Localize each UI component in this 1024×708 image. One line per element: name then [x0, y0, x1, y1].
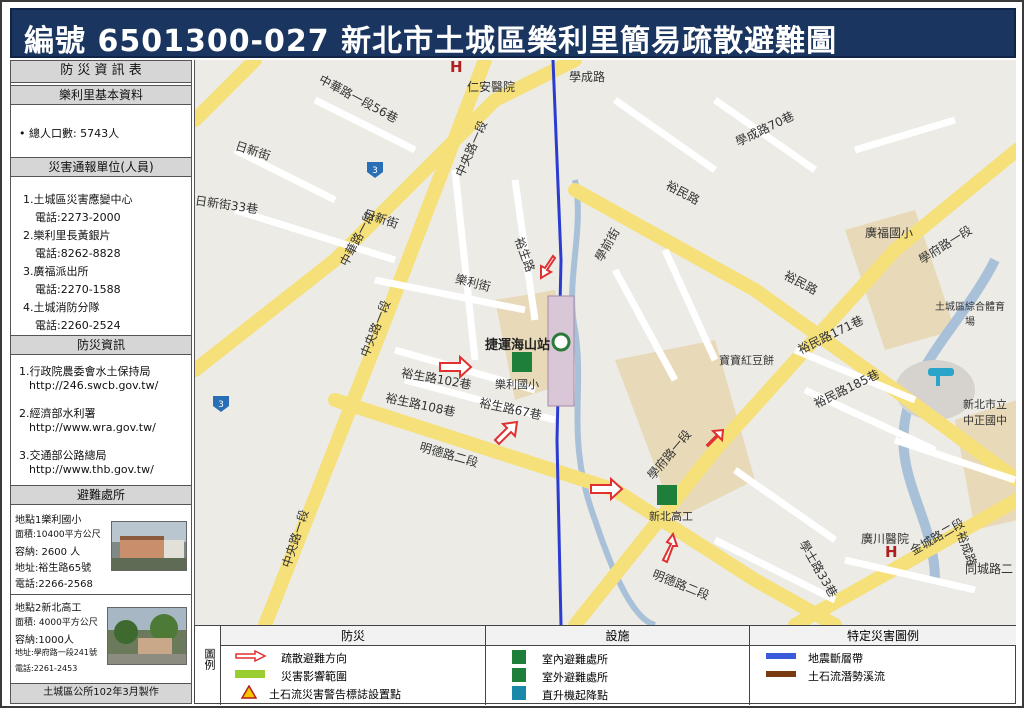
impact-swatch: [235, 670, 265, 678]
map-label: 學成路: [569, 70, 606, 84]
legend-item: 室外避難處所: [542, 671, 608, 684]
shelter-line: 地點2新北高工: [15, 603, 82, 614]
legend-item: 疏散避難方向: [281, 652, 347, 665]
legend-col-header: 特定災害圖例: [750, 626, 1016, 646]
legend-col-disaster: 防災 疏散避難方向 災害影響範圍 土石流災害警告標誌設置點: [221, 626, 486, 705]
legend-item: 災害影響範圍: [281, 670, 347, 683]
info-name: 1.行政院農委會水土保持局: [19, 365, 151, 378]
map-label: 仁安醫院: [467, 80, 516, 94]
population: • 總人口數: 5743人: [19, 127, 120, 140]
notify-phone: 電話:8262-8828: [35, 247, 121, 260]
legend-label: 圖例: [203, 648, 216, 670]
notify-phone: 電話:2273-2000: [35, 211, 121, 224]
school-label: 樂利國小: [495, 378, 539, 391]
shelter-line: 面積: 4000平方公尺: [15, 618, 98, 628]
map-frame: 編號 6501300-027 新北市土城區樂利里簡易疏散避難圖 防 災 資 訊 …: [0, 0, 1024, 708]
sidebar-main-header: 防 災 資 訊 表: [11, 61, 191, 83]
notify-header: 災害通報單位(人員): [11, 157, 191, 177]
map-area[interactable]: H H 3 3 仁安醫院 學成路 裕民路 裕民路 學府路一段 學府路一段 日新街…: [194, 60, 1016, 625]
sidebar-footer: 土城區公所102年3月製作: [11, 683, 191, 703]
school-label: 新北市立中正國中: [963, 398, 1007, 427]
shelter-line: 地點1樂利國小: [15, 515, 82, 526]
school-label: 廣福國小: [865, 226, 914, 240]
map-label: 廣川醫院: [861, 532, 910, 546]
legend-item: 土石流潛勢溪流: [808, 670, 885, 683]
legend-item: 地震斷層帶: [808, 652, 863, 665]
notify-name: 1.土城區災害應變中心: [23, 193, 133, 206]
info-name: 2.經濟部水利署: [19, 407, 96, 420]
shelter-line: 容納:1000人: [15, 635, 74, 646]
shelter-photo: [107, 607, 187, 665]
shelter-photo: [111, 521, 187, 571]
route-shield: 3: [218, 400, 224, 410]
info-url[interactable]: http://www.thb.gov.tw/: [29, 463, 154, 476]
page-title: 編號 6501300-027 新北市土城區樂利里簡易疏散避難圖: [24, 24, 838, 59]
notify-name: 2.樂利里長黃銀片: [23, 229, 111, 242]
legend-col-header: 設施: [486, 626, 749, 646]
fault-swatch: [766, 653, 796, 659]
legend-col-header: 防災: [221, 626, 485, 646]
info-url[interactable]: http://246.swcb.gov.tw/: [29, 379, 158, 392]
shelter-line: 電話:2261-2453: [15, 664, 78, 673]
title-bar: 編號 6501300-027 新北市土城區樂利里簡易疏散避難圖: [10, 8, 1016, 59]
shelter-card: 地點2新北高工 面積: 4000平方公尺 容納:1000人 地址:學府路一段24…: [11, 595, 191, 683]
indoor-shelter-icon: [512, 650, 526, 664]
notify-phone: 電話:2270-1588: [35, 283, 121, 296]
helipad-icon: [512, 686, 526, 700]
map-label: 寶寶紅豆餅: [719, 354, 774, 367]
notify-name: 3.廣福派出所: [23, 265, 89, 278]
info-name: 3.交通部公路總局: [19, 449, 107, 462]
legend: 圖例 防災 疏散避難方向 災害影響範圍 土石流災害警告標誌設置點 設施 室內避難…: [194, 625, 1016, 705]
legend-col-facilities: 設施 室內避難處所 室外避難處所 直升機起降點: [486, 626, 750, 705]
school-label: 新北高工: [649, 510, 693, 523]
basic-info-header: 樂利里基本資料: [11, 85, 191, 105]
shelter-card: 地點1樂利國小 面積:10400平方公尺 容納: 2600 人 地址:裕生路65…: [11, 507, 191, 595]
legend-label-cell: 圖例: [195, 626, 221, 705]
legend-item: 室內避難處所: [542, 653, 608, 666]
station-label: 捷運海山站: [485, 338, 551, 353]
info-header: 防災資訊: [11, 335, 191, 355]
legend-col-special: 特定災害圖例 地震斷層帶 土石流潛勢溪流: [750, 626, 1016, 705]
notify-name: 4.土城消防分隊: [23, 301, 100, 314]
info-url[interactable]: http://www.wra.gov.tw/: [29, 421, 156, 434]
debris-swatch: [766, 671, 796, 677]
shelter-line: 地址:學府路一段241號: [15, 648, 97, 657]
svg-text:H: H: [450, 60, 463, 76]
legend-item: 土石流災害警告標誌設置點: [269, 688, 401, 701]
legend-item: 直升機起降點: [542, 689, 608, 702]
outdoor-shelter-icon: [512, 668, 526, 682]
map-label: 土城區綜合體育場: [935, 302, 1005, 328]
route-shield: 3: [372, 166, 378, 176]
shelter-header: 避難處所: [11, 485, 191, 505]
info-sidebar: 防 災 資 訊 表 樂利里基本資料 • 總人口數: 5743人 災害通報單位(人…: [10, 60, 192, 704]
shelter-line: 面積:10400平方公尺: [15, 530, 101, 540]
notify-phone: 電話:2260-2524: [35, 319, 121, 332]
shelter-line: 地址:裕生路65號: [15, 563, 92, 574]
shelter-line: 電話:2266-2568: [15, 579, 93, 590]
shelter-line: 容納: 2600 人: [15, 547, 81, 558]
